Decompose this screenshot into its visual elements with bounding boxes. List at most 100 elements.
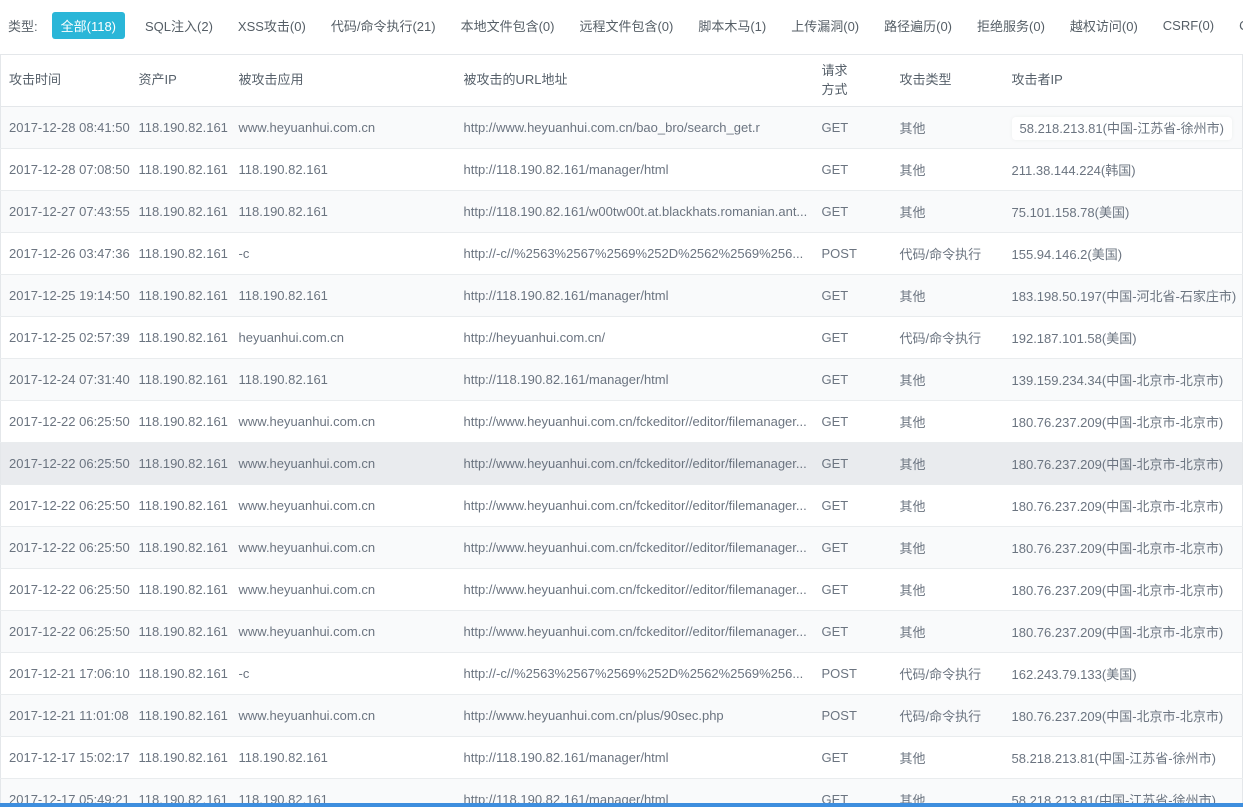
cell-attacker-ip: 75.101.158.78(美国) — [1004, 191, 1243, 233]
table-row[interactable]: 2017-12-22 06:25:50 118.190.82.161 www.h… — [1, 401, 1243, 443]
filter-tabs: 全部(118) SQL注入(2) XSS攻击(0) 代码/命令执行(21) 本地文件包含… — [52, 12, 1243, 39]
cell-asset-ip: 118.190.82.161 — [131, 569, 231, 611]
cell-attack-type: 其他 — [892, 149, 1004, 191]
col-header-attack-time: 攻击时间 — [1, 55, 131, 107]
cell-attacked-url: http://www.heyuanhui.com.cn/fckeditor//e… — [456, 443, 814, 485]
filter-tab[interactable]: 越权访问(0) — [1068, 12, 1140, 39]
cell-attack-time: 2017-12-21 11:01:08 — [1, 695, 131, 737]
cell-asset-ip: 118.190.82.161 — [131, 149, 231, 191]
cell-attacked-url: http://www.heyuanhui.com.cn/fckeditor//e… — [456, 611, 814, 653]
cell-asset-ip: 118.190.82.161 — [131, 191, 231, 233]
table-header-row: 攻击时间 资产IP 被攻击应用 被攻击的URL地址 请求方式 攻击类型 攻击者I… — [1, 55, 1243, 107]
cell-asset-ip: 118.190.82.161 — [131, 401, 231, 443]
table-row[interactable]: 2017-12-24 07:31:40 118.190.82.161 118.1… — [1, 359, 1243, 401]
cell-attacked-app: www.heyuanhui.com.cn — [231, 107, 456, 149]
cell-attack-time: 2017-12-22 06:25:50 — [1, 401, 131, 443]
cell-request-method: GET — [814, 611, 892, 653]
cell-asset-ip: 118.190.82.161 — [131, 611, 231, 653]
table-row[interactable]: 2017-12-22 06:25:50 118.190.82.161 www.h… — [1, 485, 1243, 527]
cell-attack-type: 其他 — [892, 107, 1004, 149]
cell-attacked-url: http://118.190.82.161/w00tw00t.at.blackh… — [456, 191, 814, 233]
cell-asset-ip: 118.190.82.161 — [131, 107, 231, 149]
cell-request-method: GET — [814, 149, 892, 191]
cell-attacker-ip: 58.218.213.81(中国-江苏省-徐州市) — [1004, 107, 1243, 149]
table-row[interactable]: 2017-12-28 08:41:50 118.190.82.161 www.h… — [1, 107, 1243, 149]
table-row[interactable]: 2017-12-25 19:14:50 118.190.82.161 118.1… — [1, 275, 1243, 317]
cell-request-method: GET — [814, 317, 892, 359]
cell-asset-ip: 118.190.82.161 — [131, 737, 231, 779]
cell-attacked-url: http://www.heyuanhui.com.cn/fckeditor//e… — [456, 485, 814, 527]
table-row[interactable]: 2017-12-22 06:25:50 118.190.82.161 www.h… — [1, 611, 1243, 653]
table-row[interactable]: 2017-12-27 07:43:55 118.190.82.161 118.1… — [1, 191, 1243, 233]
cell-request-method: POST — [814, 653, 892, 695]
cell-request-method: POST — [814, 695, 892, 737]
filter-tab[interactable]: 拒绝服务(0) — [975, 12, 1047, 39]
filter-label: 类型: — [8, 16, 38, 35]
table-row[interactable]: 2017-12-22 06:25:50 118.190.82.161 www.h… — [1, 527, 1243, 569]
cell-attack-type: 其他 — [892, 527, 1004, 569]
cell-attack-time: 2017-12-28 07:08:50 — [1, 149, 131, 191]
cell-attack-time: 2017-12-22 06:25:50 — [1, 485, 131, 527]
col-header-request-method: 请求方式 — [814, 55, 892, 107]
cell-request-method: GET — [814, 569, 892, 611]
filter-tab[interactable]: 全部(118) — [52, 12, 125, 39]
cell-attacked-app: www.heyuanhui.com.cn — [231, 611, 456, 653]
cell-attacker-ip: 180.76.237.209(中国-北京市-北京市) — [1004, 569, 1243, 611]
cell-attacker-ip: 58.218.213.81(中国-江苏省-徐州市) — [1004, 737, 1243, 779]
cell-attacked-app: www.heyuanhui.com.cn — [231, 527, 456, 569]
cell-attacked-app: 118.190.82.161 — [231, 275, 456, 317]
filter-tab[interactable]: 路径遍历(0) — [882, 12, 954, 39]
filter-tab[interactable]: XSS攻击(0) — [236, 12, 308, 39]
filter-tab[interactable]: 代码/命令执行(21) — [329, 12, 438, 39]
cell-attack-type: 其他 — [892, 359, 1004, 401]
cell-attack-type: 其他 — [892, 191, 1004, 233]
col-header-asset-ip: 资产IP — [131, 55, 231, 107]
cell-attack-time: 2017-12-22 06:25:50 — [1, 443, 131, 485]
cell-attacker-ip: 180.76.237.209(中国-北京市-北京市) — [1004, 527, 1243, 569]
cell-request-method: GET — [814, 107, 892, 149]
table-row[interactable]: 2017-12-21 17:06:10 118.190.82.161 -c ht… — [1, 653, 1243, 695]
filter-tab[interactable]: 上传漏洞(0) — [789, 12, 861, 39]
cell-asset-ip: 118.190.82.161 — [131, 485, 231, 527]
table-row[interactable]: 2017-12-25 02:57:39 118.190.82.161 heyua… — [1, 317, 1243, 359]
cell-attack-type: 其他 — [892, 485, 1004, 527]
cell-asset-ip: 118.190.82.161 — [131, 275, 231, 317]
filter-tab[interactable]: CSRF(0) — [1161, 14, 1216, 37]
cell-attack-type: 其他 — [892, 737, 1004, 779]
cell-attack-type: 代码/命令执行 — [892, 695, 1004, 737]
col-header-attacker-ip: 攻击者IP — [1004, 55, 1243, 107]
cell-asset-ip: 118.190.82.161 — [131, 653, 231, 695]
table-row[interactable]: 2017-12-28 07:08:50 118.190.82.161 118.1… — [1, 149, 1243, 191]
cell-asset-ip: 118.190.82.161 — [131, 317, 231, 359]
cell-attack-time: 2017-12-28 08:41:50 — [1, 107, 131, 149]
cell-request-method: GET — [814, 737, 892, 779]
cell-attack-type: 代码/命令执行 — [892, 317, 1004, 359]
filter-tab[interactable]: 远程文件包含(0) — [577, 12, 675, 39]
table-row[interactable]: 2017-12-17 15:02:17 118.190.82.161 118.1… — [1, 737, 1243, 779]
filter-tab[interactable]: 脚本木马(1) — [696, 12, 768, 39]
cell-attacked-app: 118.190.82.161 — [231, 191, 456, 233]
table-row[interactable]: 2017-12-21 11:01:08 118.190.82.161 www.h… — [1, 695, 1243, 737]
table-row[interactable]: 2017-12-26 03:47:36 118.190.82.161 -c ht… — [1, 233, 1243, 275]
cell-request-method: GET — [814, 401, 892, 443]
cell-request-method: GET — [814, 527, 892, 569]
cell-attacked-app: www.heyuanhui.com.cn — [231, 695, 456, 737]
cell-attacker-ip: 180.76.237.209(中国-北京市-北京市) — [1004, 695, 1243, 737]
cell-attacked-url: http://118.190.82.161/manager/html — [456, 359, 814, 401]
bottom-accent-bar — [0, 803, 1243, 807]
filter-tab[interactable]: SQL注入(2) — [143, 12, 215, 39]
cell-attacked-app: heyuanhui.com.cn — [231, 317, 456, 359]
table-row[interactable]: 2017-12-22 06:25:50 118.190.82.161 www.h… — [1, 443, 1243, 485]
cell-attack-type: 其他 — [892, 401, 1004, 443]
cell-attacked-url: http://118.190.82.161/manager/html — [456, 149, 814, 191]
cell-attacked-url: http://heyuanhui.com.cn/ — [456, 317, 814, 359]
filter-tab[interactable]: 本地文件包含(0) — [459, 12, 557, 39]
cell-asset-ip: 118.190.82.161 — [131, 359, 231, 401]
table-row[interactable]: 2017-12-22 06:25:50 118.190.82.161 www.h… — [1, 569, 1243, 611]
cell-attacked-url: http://www.heyuanhui.com.cn/fckeditor//e… — [456, 401, 814, 443]
col-header-attack-type: 攻击类型 — [892, 55, 1004, 107]
col-header-attacked-url: 被攻击的URL地址 — [456, 55, 814, 107]
filter-tab[interactable]: CRLF(0) — [1237, 14, 1243, 37]
cell-attacked-app: 118.190.82.161 — [231, 149, 456, 191]
table-body: 2017-12-28 08:41:50 118.190.82.161 www.h… — [1, 107, 1243, 807]
